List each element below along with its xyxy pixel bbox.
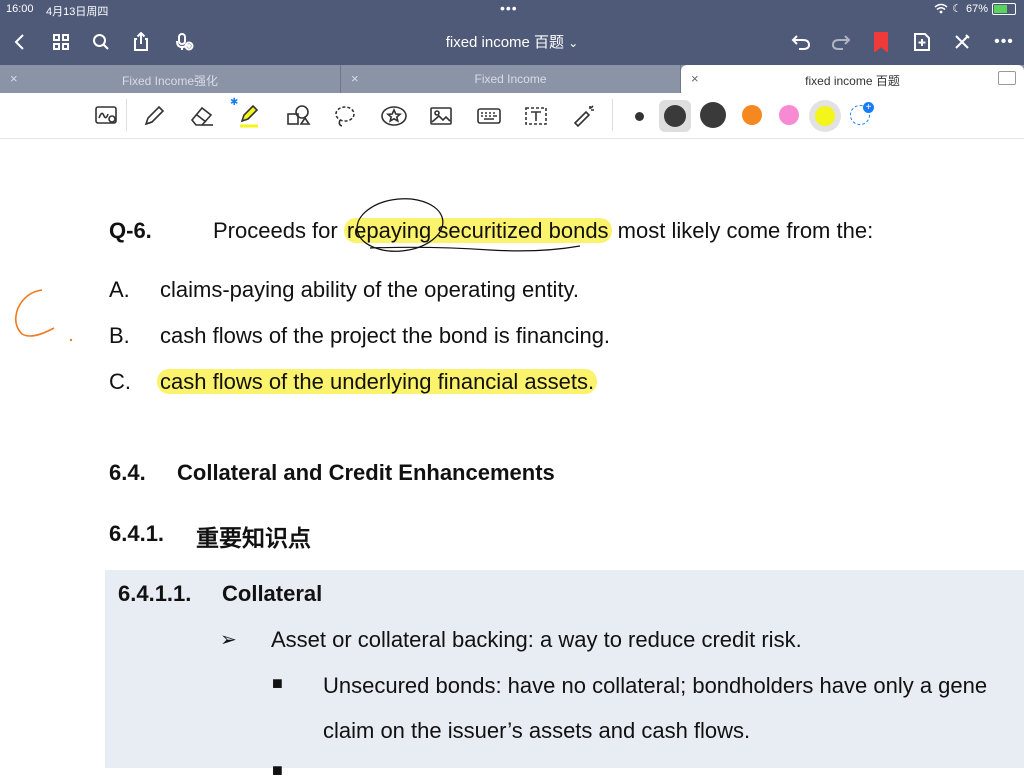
bluetooth-icon: ✱ bbox=[230, 97, 239, 108]
subsection-title: 重要知识点 bbox=[196, 525, 311, 551]
image-icon[interactable] bbox=[426, 101, 456, 131]
color-yellow bbox=[815, 106, 835, 126]
stroke-size-medium[interactable] bbox=[659, 100, 691, 132]
subsubsection-number: 6.4.1.1. bbox=[118, 581, 192, 606]
tab-bar: × Fixed Income强化 × Fixed Income × fixed … bbox=[0, 65, 1024, 93]
add-page-icon[interactable] bbox=[908, 28, 936, 56]
lasso-icon[interactable] bbox=[330, 101, 360, 131]
split-view-icon[interactable] bbox=[998, 71, 1016, 85]
option-a-text: claims-paying ability of the operating e… bbox=[160, 277, 580, 302]
option-c-letter: C. bbox=[109, 369, 131, 394]
bookmark-icon[interactable] bbox=[867, 28, 895, 56]
document-page[interactable]: Q-6. Proceeds for repaying securitized b… bbox=[0, 138, 1024, 780]
tab-label: fixed income 百题 bbox=[805, 74, 900, 88]
plus-icon: + bbox=[863, 102, 874, 113]
stroke-size-large[interactable] bbox=[700, 102, 726, 128]
square-bullet-icon: ■ bbox=[272, 673, 283, 693]
sticker-icon[interactable] bbox=[379, 101, 409, 131]
document-title-text: fixed income 百题 bbox=[445, 34, 565, 51]
tab-fixed-income[interactable]: × Fixed Income bbox=[341, 65, 681, 93]
eraser-icon[interactable] bbox=[187, 101, 217, 131]
question-text-start: Proceeds for bbox=[213, 218, 344, 243]
option-c-highlight: cash flows of the underlying financial a… bbox=[157, 369, 598, 394]
keyboard-icon[interactable] bbox=[474, 101, 504, 131]
option-c-text: cash flows of the underlying financial a… bbox=[157, 369, 598, 395]
battery-percent: 67% bbox=[965, 2, 988, 15]
battery-icon bbox=[992, 2, 1016, 15]
nav-bar: fixed income 百题 ⌄ ••• bbox=[0, 22, 1024, 62]
handwritten-c-annotation bbox=[14, 289, 73, 342]
more-icon[interactable]: ••• bbox=[990, 28, 1018, 56]
toolbar-divider bbox=[612, 99, 613, 131]
pen-icon[interactable] bbox=[139, 101, 169, 131]
status-date: 4月13日周四 bbox=[46, 6, 109, 18]
question-text-end: most likely come from the: bbox=[611, 218, 874, 243]
bullet-level1-text: Asset or collateral backing: a way to re… bbox=[271, 627, 802, 652]
tab-label: Fixed Income强化 bbox=[121, 74, 219, 88]
subsubsection-title: Collateral bbox=[222, 581, 323, 606]
highlighter-icon[interactable] bbox=[234, 101, 264, 131]
square-bullet-icon: ■ bbox=[272, 760, 283, 780]
status-time: 16:00 bbox=[6, 3, 34, 15]
chevron-down-icon: ⌄ bbox=[568, 36, 579, 50]
option-b-letter: B. bbox=[109, 323, 130, 348]
tab-fixed-income-100[interactable]: × fixed income 百题 bbox=[681, 65, 1024, 93]
color-yellow-selected[interactable] bbox=[809, 100, 841, 132]
section-title: Collateral and Credit Enhancements bbox=[177, 460, 555, 485]
wifi-icon bbox=[934, 3, 948, 14]
close-pen-icon[interactable] bbox=[948, 28, 976, 56]
app-header: 16:00 4月13日周四 ••• ☾ 67% fixed income 百题 … bbox=[0, 0, 1024, 65]
toolbar-divider bbox=[126, 99, 127, 131]
text-box-icon[interactable] bbox=[521, 101, 551, 131]
drawing-toolbar: ✱ + bbox=[0, 93, 1024, 139]
question-number: Q-6. bbox=[109, 218, 152, 243]
multitask-dots[interactable]: ••• bbox=[500, 0, 518, 16]
redo-icon[interactable] bbox=[827, 28, 855, 56]
tab-fixed-income-intensive[interactable]: × Fixed Income强化 bbox=[0, 65, 341, 93]
subsection-number: 6.4.1. bbox=[109, 521, 165, 546]
section-number: 6.4. bbox=[109, 460, 146, 485]
stroke-size-small[interactable] bbox=[635, 112, 644, 121]
laser-pointer-icon[interactable] bbox=[569, 101, 599, 131]
color-pink[interactable] bbox=[779, 105, 799, 125]
shapes-icon[interactable] bbox=[283, 101, 313, 131]
status-right: ☾ 67% bbox=[934, 2, 1016, 15]
tab-label: Fixed Income bbox=[474, 72, 547, 86]
color-orange[interactable] bbox=[742, 105, 762, 125]
option-a-letter: A. bbox=[109, 277, 130, 302]
stroke-size-medium-dot bbox=[664, 105, 686, 127]
status-bar: 16:00 4月13日周四 ••• ☾ 67% bbox=[0, 0, 1024, 20]
option-b-text: cash flows of the project the bond is fi… bbox=[160, 323, 611, 348]
handwriting-zoom-icon[interactable] bbox=[92, 101, 122, 131]
moon-icon: ☾ bbox=[952, 3, 962, 15]
arrow-bullet-icon: ➢ bbox=[220, 629, 237, 651]
undo-icon[interactable] bbox=[787, 28, 815, 56]
ink-circle-annotation bbox=[356, 198, 581, 252]
